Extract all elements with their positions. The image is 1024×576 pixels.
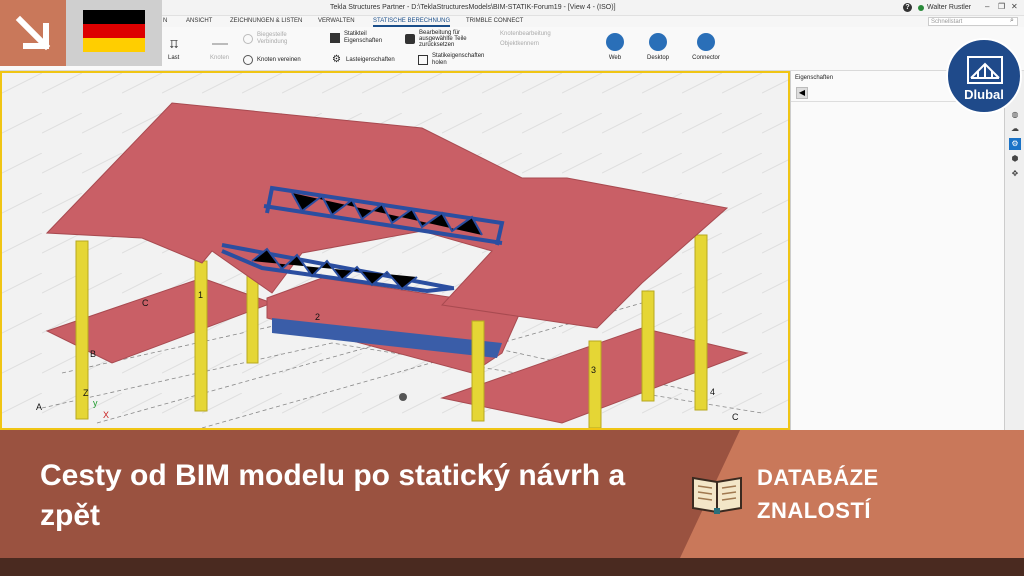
knoten-vereinen-button[interactable]: Knoten vereinen	[243, 55, 301, 65]
statikeigenschaften-holen-button[interactable]: Statikeigenschaften holen	[418, 53, 490, 67]
view-center-icon	[399, 393, 407, 401]
fetch-properties-icon	[418, 55, 428, 65]
back-button[interactable]: ◀	[796, 87, 808, 99]
axis-label-x: X	[103, 410, 109, 420]
dlubal-logo: Dlubal	[946, 38, 1022, 114]
language-badge	[0, 0, 162, 66]
tab-verwalten[interactable]: VERWALTEN	[318, 18, 355, 24]
objektkenner-button[interactable]: Objektkennern	[500, 41, 539, 47]
side-toolbar: ◍ ☁ ⚙ ⬢ ✥	[1004, 71, 1024, 430]
reset-icon	[405, 34, 415, 44]
grid-label-a: A	[36, 402, 42, 412]
connector-label: Connector	[692, 55, 720, 61]
grid-label-3: 3	[591, 365, 596, 375]
lasteigenschaften-button[interactable]: ⚙ Lasteigenschaften	[332, 55, 395, 65]
tab-partial[interactable]: N	[163, 18, 167, 24]
side-tool-1-icon[interactable]: ◍	[1009, 109, 1021, 121]
structure-model: C B A 1 2 3 4 C Z y X	[2, 73, 788, 428]
statikteil-label: Statikteil Eigenschaften	[344, 31, 383, 44]
grid-label-c2: C	[732, 412, 739, 422]
knoten-label: Knoten	[210, 55, 230, 61]
user-name: Walter Rustler	[927, 4, 972, 11]
search-icon: ⌕	[1010, 17, 1014, 24]
biegesteife-label: Biegesteife Verbindung	[257, 32, 288, 45]
bearbeitung-label: Bearbeitung für ausgewählte Teile zurück…	[419, 30, 467, 48]
column[interactable]	[471, 320, 485, 422]
bridge-icon	[967, 56, 1003, 84]
grid-label-c: C	[142, 298, 149, 308]
last-button[interactable]: Last	[168, 39, 179, 61]
desktop-icon	[649, 33, 667, 51]
knotenbearbeitung-button[interactable]: Knotenbearbeitung	[500, 31, 551, 37]
web-label: Web	[608, 55, 622, 61]
user-icon	[918, 4, 924, 11]
axis-label-y: y	[93, 398, 98, 408]
web-button[interactable]: Web	[595, 33, 635, 61]
knoten-vereinen-label: Knoten vereinen	[257, 57, 301, 63]
headline: Cesty od BIM modelu po statický návrh a …	[40, 459, 626, 532]
settings-icon[interactable]: ⚙	[1009, 138, 1021, 150]
user-account[interactable]: Walter Rustler	[918, 4, 971, 11]
arrow-down-right-icon	[15, 15, 51, 51]
column[interactable]	[194, 260, 208, 412]
grid-label-2: 2	[315, 312, 320, 322]
grid-label-4: 4	[710, 387, 715, 397]
merge-nodes-icon	[243, 55, 253, 65]
part-properties-icon	[330, 33, 340, 43]
model-view[interactable]: C B A 1 2 3 4 C Z y X	[0, 71, 790, 430]
kb-line-1: DATABÁZE	[757, 465, 879, 490]
close-icon[interactable]: ✕	[1011, 2, 1018, 11]
column[interactable]	[588, 340, 602, 428]
tab-zeichnungen[interactable]: ZEICHNUNGEN & LISTEN	[230, 18, 302, 24]
apps-icon[interactable]: ✥	[1009, 168, 1021, 180]
book-icon	[692, 476, 742, 514]
biegesteife-button[interactable]: Biegesteife Verbindung	[243, 32, 307, 46]
column[interactable]	[641, 290, 655, 402]
window-title: Tekla Structures Partner - D:\TeklaStruc…	[330, 4, 616, 11]
knoten-button[interactable]: Knoten	[210, 39, 229, 61]
lasteigenschaften-label: Lasteigenschaften	[346, 57, 395, 63]
desktop-button[interactable]: Desktop	[638, 33, 678, 61]
gear-icon: ⚙	[332, 54, 341, 65]
tab-trimble-connect[interactable]: TRIMBLE CONNECT	[466, 18, 523, 24]
grid-label-b: B	[90, 349, 96, 359]
quick-search-input[interactable]: Schnellstart	[928, 17, 1018, 26]
rigid-connection-icon	[243, 34, 253, 44]
bearbeitung-button[interactable]: Bearbeitung für ausgewählte Teile zurück…	[405, 30, 483, 48]
connector-icon	[697, 33, 715, 51]
node-icon	[211, 43, 228, 49]
statikeigenschaften-holen-label: Statikeigenschaften holen	[432, 53, 485, 66]
german-flag-icon	[83, 10, 145, 52]
footer-strip	[0, 558, 1024, 576]
statikteil-button[interactable]: Statikteil Eigenschaften	[330, 31, 394, 45]
kb-line-2: ZNALOSTÍ	[757, 498, 871, 523]
cloud-icon[interactable]: ☁	[1009, 123, 1021, 135]
knowledge-base-label: DATABÁZE ZNALOSTÍ	[757, 461, 879, 527]
help-icon[interactable]: ?	[903, 3, 912, 12]
tab-ansicht[interactable]: ANSICHT	[186, 18, 212, 24]
tab-statische-berechnung[interactable]: STATISCHE BERECHNUNG	[373, 18, 451, 27]
grid-label-1: 1	[198, 290, 203, 300]
connector-button[interactable]: Connector	[686, 33, 726, 61]
properties-panel: Eigenschaften ◀	[790, 71, 1005, 430]
last-label: Last	[168, 55, 180, 61]
load-icon	[169, 40, 178, 49]
title-banner: Cesty od BIM modelu po statický návrh a …	[0, 430, 1024, 558]
maximize-icon[interactable]: ❐	[998, 2, 1005, 11]
properties-title: Eigenschaften	[795, 75, 834, 81]
web-globe-icon	[606, 33, 624, 51]
column[interactable]	[694, 234, 708, 411]
desktop-label: Desktop	[646, 55, 669, 61]
logo-text: Dlubal	[964, 87, 1004, 102]
minimize-icon[interactable]: –	[985, 2, 989, 11]
cube-icon[interactable]: ⬢	[1009, 153, 1021, 165]
axis-label-z: Z	[83, 388, 89, 398]
